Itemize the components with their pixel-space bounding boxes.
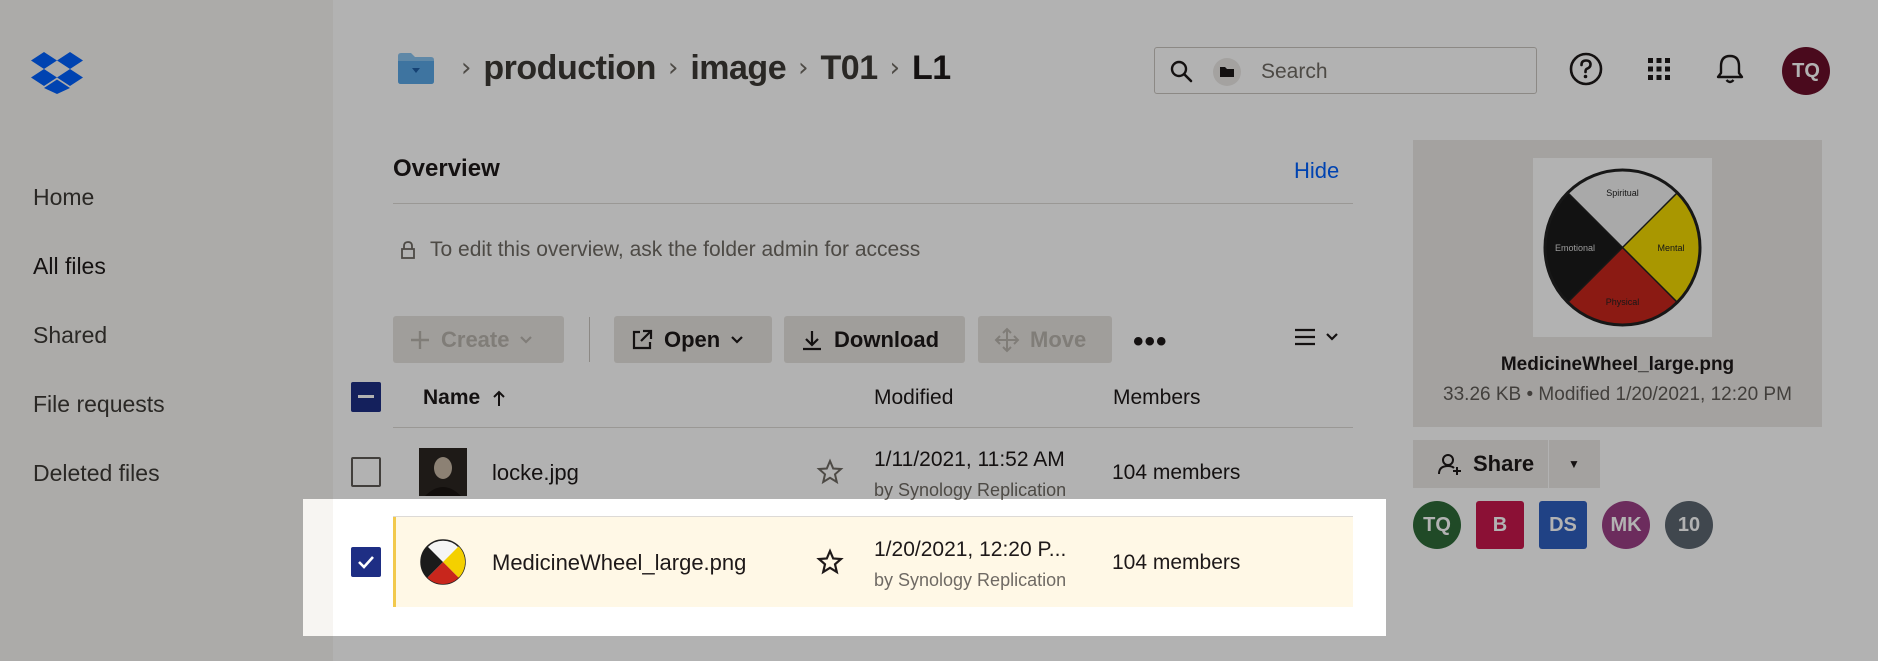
download-icon bbox=[803, 330, 821, 350]
medicine-wheel-thumbnail-icon bbox=[420, 539, 466, 585]
create-button-label: Create bbox=[441, 326, 510, 352]
move-button[interactable]: Move bbox=[978, 316, 1112, 363]
download-button-label: Download bbox=[834, 326, 940, 352]
share-button[interactable]: Share bbox=[1413, 440, 1548, 488]
member-avatar[interactable]: DS bbox=[1539, 501, 1587, 549]
star-outline-icon[interactable] bbox=[816, 548, 844, 576]
folder-icon[interactable] bbox=[397, 51, 435, 85]
breadcrumb-separator: › bbox=[798, 53, 809, 83]
member-avatar[interactable]: TQ bbox=[1413, 501, 1461, 549]
overview-note-text: To edit this overview, ask the folder ad… bbox=[430, 238, 921, 261]
notification-bell-icon[interactable] bbox=[1712, 51, 1748, 87]
breadcrumb-separator: › bbox=[667, 53, 679, 83]
divider bbox=[393, 427, 1353, 428]
member-overflow-count[interactable]: 10 bbox=[1665, 501, 1713, 549]
create-button[interactable]: Create bbox=[393, 316, 564, 363]
modified-date: 1/20/2021, 12:20 P... bbox=[874, 538, 1067, 561]
breadcrumb-image[interactable]: image bbox=[690, 49, 786, 88]
overview-title: Overview bbox=[393, 155, 500, 182]
member-avatar[interactable]: MK bbox=[1602, 501, 1650, 549]
wheel-label-mental: Mental bbox=[1657, 243, 1684, 253]
toolbar-divider bbox=[589, 317, 590, 362]
sidebar-item-home[interactable]: Home bbox=[33, 174, 165, 243]
plus-icon bbox=[411, 330, 429, 349]
chevron-down-icon bbox=[1326, 333, 1338, 341]
search-input[interactable] bbox=[1259, 56, 1523, 88]
select-all-checkbox[interactable] bbox=[351, 382, 381, 412]
wheel-label-spiritual: Spiritual bbox=[1606, 188, 1639, 198]
open-button-label: Open bbox=[664, 326, 721, 352]
sidebar: Home All files Shared File requests Dele… bbox=[0, 0, 333, 661]
file-name[interactable]: MedicineWheel_large.png bbox=[492, 550, 746, 576]
view-switcher[interactable] bbox=[1293, 326, 1339, 348]
download-button[interactable]: Download bbox=[784, 316, 965, 363]
members-count[interactable]: 104 members bbox=[1112, 461, 1240, 485]
overview-hide-link[interactable]: Hide bbox=[1294, 158, 1339, 184]
breadcrumb-production[interactable]: production bbox=[483, 49, 656, 88]
medicine-wheel-preview-image[interactable]: Spiritual Mental Physical Emotional bbox=[1533, 158, 1712, 337]
minus-icon bbox=[358, 395, 374, 398]
list-view-icon bbox=[1295, 328, 1315, 346]
user-avatar[interactable]: TQ bbox=[1782, 47, 1830, 95]
sidebar-item-deleted-files[interactable]: Deleted files bbox=[33, 450, 165, 519]
chevron-down-icon bbox=[731, 335, 744, 344]
wheel-label-physical: Physical bbox=[1606, 297, 1640, 307]
row-checkbox[interactable] bbox=[351, 457, 381, 487]
file-name[interactable]: locke.jpg bbox=[492, 460, 579, 486]
search-scope-folder-icon[interactable] bbox=[1213, 58, 1241, 86]
preview-meta: 33.26 KB • Modified 1/20/2021, 12:20 PM bbox=[1443, 384, 1792, 405]
move-button-label: Move bbox=[1030, 326, 1087, 352]
share-split-button[interactable]: Share ▼ bbox=[1413, 440, 1600, 488]
breadcrumb-current: L1 bbox=[912, 48, 951, 87]
column-header-modified[interactable]: Modified bbox=[874, 386, 953, 410]
sidebar-item-shared[interactable]: Shared bbox=[33, 312, 165, 381]
more-options-icon[interactable]: ••• bbox=[1133, 325, 1168, 359]
breadcrumb-t01[interactable]: T01 bbox=[821, 49, 879, 88]
open-button[interactable]: Open bbox=[614, 316, 772, 363]
dropbox-logo-icon[interactable] bbox=[31, 50, 83, 94]
app-grid-icon[interactable] bbox=[1641, 51, 1677, 87]
column-header-name[interactable]: Name bbox=[423, 386, 506, 410]
star-outline-icon[interactable] bbox=[816, 458, 844, 486]
file-preview-panel: Spiritual Mental Physical Emotional Medi… bbox=[1413, 140, 1822, 427]
add-person-icon bbox=[1438, 454, 1461, 475]
modified-date: 1/11/2021, 11:52 AM bbox=[874, 448, 1065, 471]
column-header-members[interactable]: Members bbox=[1113, 386, 1201, 410]
sidebar-item-file-requests[interactable]: File requests bbox=[33, 381, 165, 450]
modified-by: by Synology Replication bbox=[874, 570, 1067, 590]
checkmark-icon bbox=[358, 556, 374, 569]
divider bbox=[393, 203, 1353, 204]
sidebar-item-all-files[interactable]: All files bbox=[33, 243, 165, 312]
column-header-name-label: Name bbox=[423, 386, 481, 409]
breadcrumb-separator: › bbox=[889, 53, 901, 83]
search-bar[interactable] bbox=[1154, 47, 1537, 94]
sidebar-nav: Home All files Shared File requests Dele… bbox=[33, 174, 165, 519]
share-dropdown-caret-icon[interactable]: ▼ bbox=[1549, 457, 1599, 471]
wheel-label-emotional: Emotional bbox=[1555, 243, 1595, 253]
help-icon[interactable] bbox=[1568, 51, 1604, 87]
overview-note: To edit this overview, ask the folder ad… bbox=[400, 238, 920, 262]
share-button-label: Share bbox=[1473, 451, 1535, 476]
chevron-down-icon bbox=[520, 335, 533, 344]
breadcrumb-separator: › bbox=[461, 53, 472, 83]
portrait-thumbnail-icon bbox=[419, 448, 467, 496]
member-avatar[interactable]: B bbox=[1476, 501, 1524, 549]
breadcrumb: › production › image › T01 › L1 bbox=[397, 46, 951, 90]
open-external-icon bbox=[632, 329, 653, 349]
row-checkbox[interactable] bbox=[351, 547, 381, 577]
lock-icon bbox=[401, 241, 415, 259]
sort-ascending-arrow-icon bbox=[493, 390, 505, 406]
members-count[interactable]: 104 members bbox=[1112, 551, 1240, 575]
move-arrows-icon bbox=[994, 327, 1020, 352]
preview-filename: MedicineWheel_large.png bbox=[1500, 354, 1735, 375]
modified-by: by Synology Replication bbox=[874, 480, 1067, 500]
search-icon bbox=[1170, 60, 1193, 83]
